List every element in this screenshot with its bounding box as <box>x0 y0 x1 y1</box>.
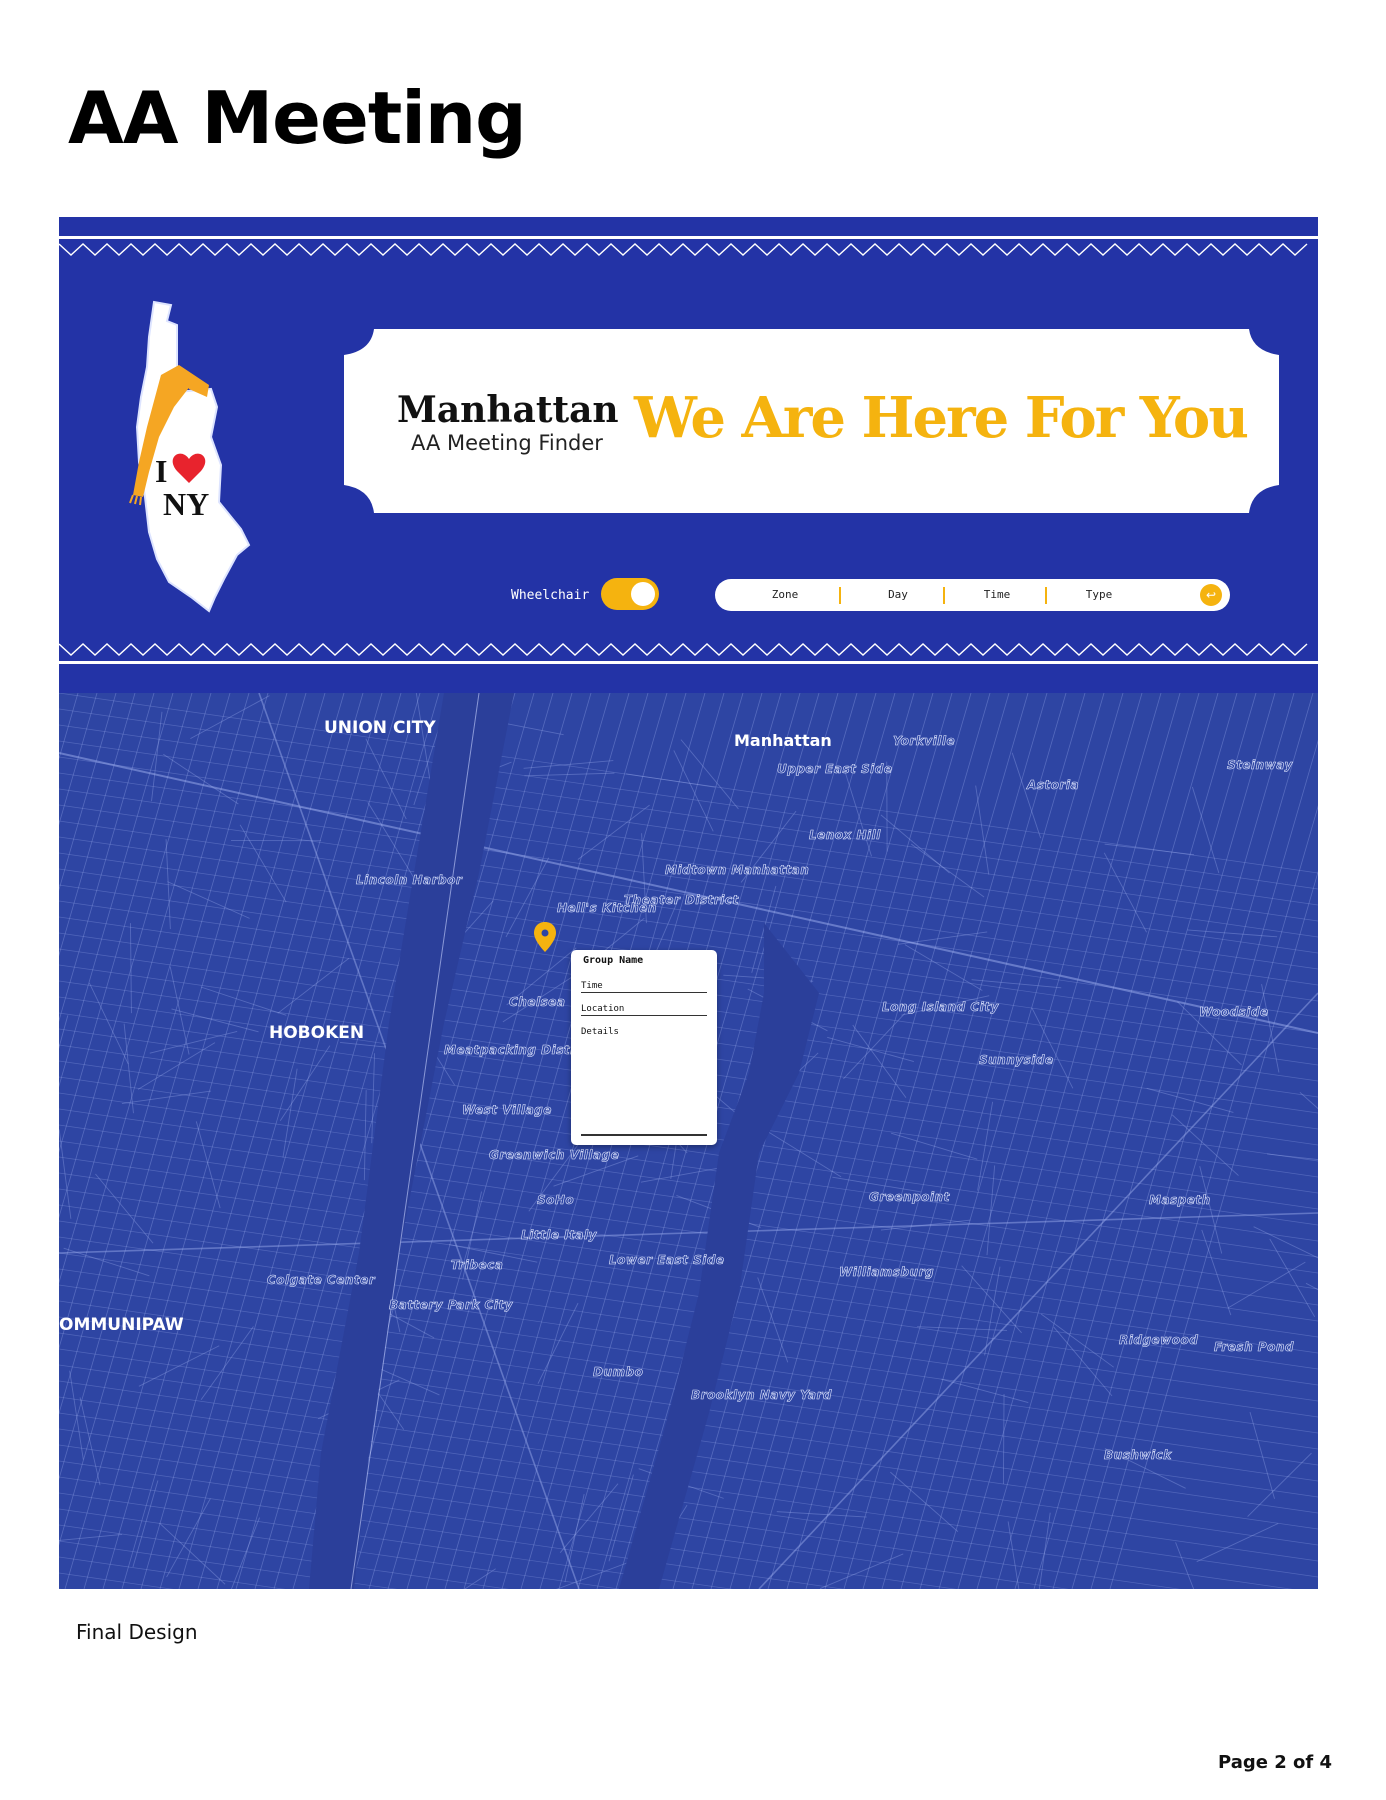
hood-label: Long Island City <box>882 1000 999 1015</box>
filter-separator <box>943 587 945 604</box>
hood-label: Williamsburg <box>839 1265 935 1280</box>
hood-label: Chelsea <box>509 995 566 1010</box>
app-screenshot: I NY Manhattan AA Meeting Finder We Are … <box>59 217 1318 1589</box>
map-label-communipaw: OMMUNIPAW <box>59 1315 184 1335</box>
filter-zone[interactable]: Zone <box>745 579 825 611</box>
header-bottom-line <box>59 661 1318 664</box>
filter-day[interactable]: Day <box>853 579 943 611</box>
hood-label: Lower East Side <box>609 1253 725 1268</box>
filter-separator <box>839 587 841 604</box>
page-number: Page 2 of 4 <box>1218 1752 1332 1773</box>
brand-block: Manhattan AA Meeting Finder <box>397 389 619 456</box>
hood-label: Yorkville <box>893 734 956 749</box>
zigzag-border-top <box>59 243 1308 256</box>
wheelchair-label: Wheelchair <box>511 588 590 603</box>
map-label-union-city: UNION CITY <box>324 718 436 738</box>
logo-i: I <box>155 453 167 489</box>
toggle-knob <box>631 582 655 606</box>
meeting-popup[interactable]: Group Name Time Location Details <box>571 950 717 1145</box>
map-label-hoboken: HOBOKEN <box>269 1023 365 1043</box>
hood-label: Sunnyside <box>979 1053 1054 1068</box>
hood-label: Steinway <box>1227 758 1293 773</box>
map-pin-icon[interactable] <box>534 922 556 952</box>
wheelchair-toggle[interactable] <box>601 578 659 610</box>
hood-label: Lincoln Harbor <box>356 873 463 888</box>
map-label-manhattan: Manhattan <box>734 731 832 750</box>
brand-subtitle: AA Meeting Finder <box>411 431 603 455</box>
return-arrow-icon[interactable]: ↩ <box>1200 584 1222 606</box>
hood-label: Greenpoint <box>869 1190 950 1205</box>
brand-name: Manhattan <box>397 389 619 431</box>
page-title: AA Meeting <box>68 76 527 160</box>
hood-label: Bushwick <box>1104 1448 1172 1463</box>
popup-time-field: Time <box>581 981 707 993</box>
hood-label: SoHo <box>537 1193 575 1208</box>
hood-label: Upper East Side <box>777 762 893 777</box>
logo-ny: NY <box>163 486 209 522</box>
hood-label: Little Italy <box>521 1228 597 1243</box>
hood-label: Fresh Pond <box>1214 1340 1294 1355</box>
hood-label: Ridgewood <box>1119 1333 1199 1348</box>
hood-label: Astoria <box>1027 778 1080 793</box>
popup-divider <box>581 1134 707 1136</box>
manhattan-logo: I NY <box>129 300 251 613</box>
hood-label: Dumbo <box>593 1365 644 1380</box>
hood-label: Colgate Center <box>267 1273 376 1288</box>
tagline: We Are Here For You <box>634 385 1249 451</box>
filter-time[interactable]: Time <box>957 579 1037 611</box>
hood-label: Greenwich Village <box>489 1148 620 1163</box>
zigzag-border-bottom <box>59 643 1308 656</box>
map[interactable]: UNION CITY Manhattan HOBOKEN NEW YORK OM… <box>59 693 1318 1589</box>
hood-label: Battery Park City <box>389 1298 513 1313</box>
hood-label: Hell's Kitchen <box>557 901 657 916</box>
figure-caption: Final Design <box>76 1620 198 1644</box>
filter-type[interactable]: Type <box>1059 579 1139 611</box>
hood-label: Maspeth <box>1149 1193 1211 1208</box>
popup-location-field: Location <box>581 1004 707 1016</box>
hood-label: Tribeca <box>451 1258 504 1273</box>
hood-label: West Village <box>462 1103 552 1118</box>
filter-separator <box>1045 587 1047 604</box>
hood-label: Lenox Hill <box>809 828 881 843</box>
filter-bar: Zone Day Time Type ↩ <box>715 579 1230 611</box>
popup-details-field: Details <box>581 1027 619 1037</box>
hood-label: Midtown Manhattan <box>665 863 810 878</box>
popup-group-name: Group Name <box>583 955 644 966</box>
header-top-line <box>59 236 1318 239</box>
hood-label: Woodside <box>1199 1005 1269 1020</box>
hood-label: Brooklyn Navy Yard <box>691 1388 833 1403</box>
